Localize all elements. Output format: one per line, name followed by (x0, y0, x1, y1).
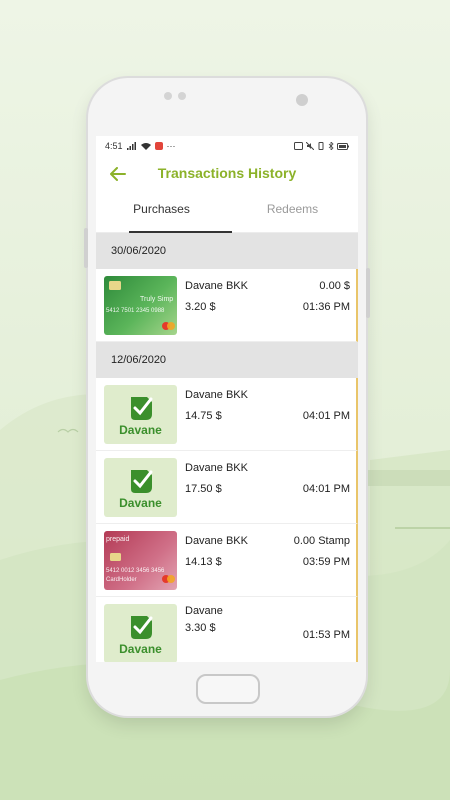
mastercard-icon (167, 322, 175, 330)
phone-speaker (164, 92, 186, 100)
phone-side-button (84, 228, 88, 268)
bluetooth-icon (328, 142, 334, 150)
card-number-text: 5412 0012 3456 3456 (106, 568, 165, 574)
more-notifications-icon: ··· (166, 141, 176, 151)
davane-logo-text: Davane (119, 642, 162, 656)
davane-check-icon: Davane (119, 616, 162, 656)
card-number-text: 5412 7501 2345 0988 (106, 308, 165, 314)
transaction-time: 04:01 PM (302, 483, 350, 495)
transaction-amount: 3.20 $ (185, 301, 216, 313)
merchant-name: Davane (185, 605, 223, 617)
signal-icon (126, 142, 136, 150)
app-bar: Transactions History (96, 156, 358, 192)
transaction-row[interactable]: Truly Simp 5412 7501 2345 0988 Davane BK… (96, 269, 358, 342)
davane-check-icon: Davane (119, 397, 162, 437)
phone-camera (296, 94, 308, 106)
wifi-icon (140, 143, 151, 150)
merchant-name: Davane BKK (185, 535, 248, 547)
notification-icon (154, 142, 163, 150)
stamp-value: 0.00 Stamp (293, 535, 350, 547)
tab-bar: Purchases Redeems (96, 192, 358, 233)
transaction-row[interactable]: Davane Davane 3.30 $ 01:53 PM (96, 597, 358, 662)
tab-redeems[interactable]: Redeems (227, 192, 358, 232)
davane-logo: Davane (104, 604, 177, 662)
card-brand-text: Truly Simp (140, 296, 174, 303)
mute-icon (306, 142, 314, 150)
card-chip-icon (110, 553, 121, 561)
transaction-time: 01:36 PM (302, 301, 350, 313)
date-header: 12/06/2020 (96, 342, 358, 378)
merchant-name: Davane BKK (185, 389, 248, 401)
transaction-time: 04:01 PM (302, 410, 350, 422)
vibrate-icon (318, 142, 324, 150)
transactions-list[interactable]: 30/06/2020 Truly Simp 5412 7501 2345 098… (96, 233, 358, 662)
nfc-icon (294, 142, 303, 150)
davane-logo: Davane (104, 458, 177, 517)
davane-check-icon: Davane (119, 470, 162, 510)
card-brand-text: prepaid (106, 536, 130, 543)
transaction-amount: 17.50 $ (185, 483, 222, 495)
clock: 4:51 (105, 141, 123, 151)
page-title: Transactions History (157, 165, 297, 181)
status-bar: 4:51 ··· (96, 136, 358, 156)
davane-logo-text: Davane (119, 423, 162, 437)
merchant-name: Davane BKK (185, 462, 248, 474)
transaction-row[interactable]: prepaid 5412 0012 3456 3456 CardHolder D… (96, 524, 358, 597)
transaction-row[interactable]: Davane Davane BKK 17.50 $ 04:01 PM (96, 451, 358, 524)
transaction-time: 03:59 PM (302, 556, 350, 568)
app-screen: 4:51 ··· Transactions History Purchases … (96, 136, 358, 662)
davane-logo: Davane (104, 385, 177, 444)
points-value: 0.00 $ (319, 280, 350, 292)
tab-purchases[interactable]: Purchases (96, 192, 232, 233)
card-holder-text: CardHolder (106, 577, 137, 583)
merchant-name: Davane BKK (185, 280, 248, 292)
mastercard-icon (167, 575, 175, 583)
date-header: 30/06/2020 (96, 233, 358, 269)
card-chip-icon (109, 281, 121, 290)
transaction-amount: 14.75 $ (185, 410, 222, 422)
home-button[interactable] (196, 674, 260, 704)
card-thumbnail: prepaid 5412 0012 3456 3456 CardHolder (104, 531, 177, 590)
transaction-time: 01:53 PM (302, 629, 350, 641)
transaction-row[interactable]: Davane Davane BKK 14.75 $ 04:01 PM (96, 378, 358, 451)
phone-side-button (366, 268, 370, 318)
battery-icon (337, 142, 349, 150)
transaction-amount: 3.30 $ (185, 622, 216, 634)
transaction-amount: 14.13 $ (185, 556, 222, 568)
card-thumbnail: Truly Simp 5412 7501 2345 0988 (104, 276, 177, 335)
davane-logo-text: Davane (119, 496, 162, 510)
